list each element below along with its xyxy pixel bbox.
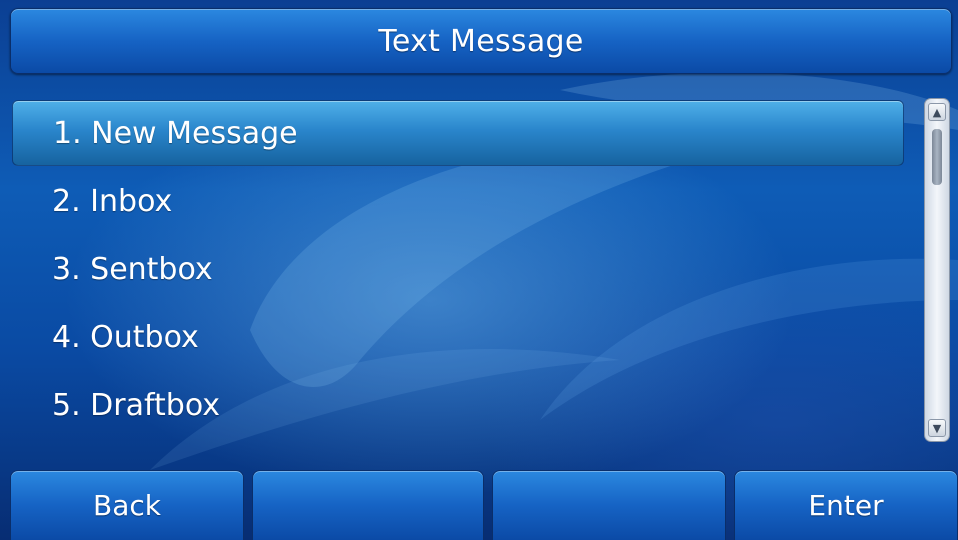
menu-item-sentbox[interactable]: 3. Sentbox [12,236,904,302]
softkey-3[interactable] [492,470,726,540]
enter-softkey[interactable]: Enter [734,470,958,540]
page-title: Text Message [378,23,584,59]
softkey-2[interactable] [252,470,484,540]
phone-screen: Text Message 1. New Message 2. Inbox 3. … [0,0,958,540]
menu-item-label: 4. Outbox [52,319,199,355]
scroll-thumb[interactable] [932,129,942,185]
menu-item-label: 1. New Message [53,115,298,151]
scroll-down-arrow-icon[interactable]: ▼ [928,419,946,437]
back-softkey[interactable]: Back [10,470,244,540]
menu-item-outbox[interactable]: 4. Outbox [12,304,904,370]
message-menu: 1. New Message 2. Inbox 3. Sentbox 4. Ou… [12,100,904,440]
scroll-up-arrow-icon[interactable]: ▲ [928,103,946,121]
menu-scrollbar[interactable]: ▲ ▼ [924,98,950,442]
menu-item-inbox[interactable]: 2. Inbox [12,168,904,234]
menu-item-draftbox[interactable]: 5. Draftbox [12,372,904,438]
menu-item-label: 2. Inbox [52,183,173,219]
softkey-bar: Back Enter [10,470,958,540]
menu-item-label: 5. Draftbox [52,387,221,423]
menu-item-new-message[interactable]: 1. New Message [12,100,904,166]
title-bar: Text Message [10,8,952,74]
menu-item-label: 3. Sentbox [52,251,213,287]
